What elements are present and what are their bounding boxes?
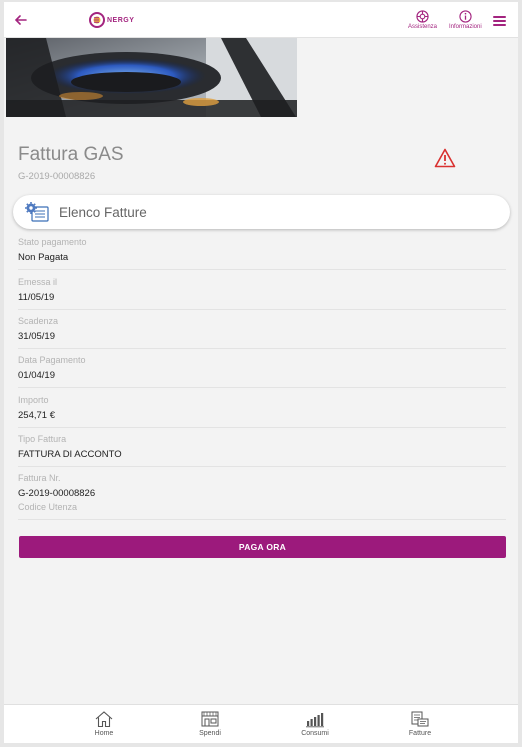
elenco-fatture-button[interactable]: Elenco Fatture <box>13 195 510 229</box>
field-tipo-fattura: Tipo Fattura FATTURA DI ACCONTO <box>18 434 506 467</box>
field-label: Stato pagamento <box>18 237 87 247</box>
nav-consumi-label: Consumi <box>301 730 329 737</box>
nav-consumi[interactable]: Consumi <box>285 710 345 737</box>
field-label-codice-utenza: Codice Utenza <box>18 502 78 512</box>
bar-chart-icon <box>306 713 324 728</box>
field-value: FATTURA DI ACCONTO <box>18 449 122 460</box>
app-header: NERGY Assistenza Informazioni <box>4 2 518 38</box>
shop-icon <box>201 711 219 727</box>
assistenza-button[interactable]: Assistenza <box>408 10 437 30</box>
nav-fatture-label: Fatture <box>408 730 432 737</box>
invoice-list-settings-icon <box>25 202 49 222</box>
menu-button[interactable] <box>493 16 506 26</box>
nav-home-label: Home <box>94 730 114 737</box>
field-label: Data Pagamento <box>18 355 86 365</box>
field-value: 01/04/19 <box>18 370 55 381</box>
paga-ora-button[interactable]: PAGA ORA <box>19 536 506 558</box>
brand-logo: NERGY <box>89 11 149 29</box>
logo-mark-icon <box>89 12 105 28</box>
field-value: Non Pagata <box>18 252 69 263</box>
gas-burner-image <box>6 38 297 117</box>
field-value: 31/05/19 <box>18 331 55 342</box>
informazioni-button[interactable]: Informazioni <box>449 10 482 30</box>
field-stato-pagamento: Stato pagamento Non Pagata <box>18 237 506 270</box>
bottom-navigation: Home Spendi Consumi Fatture <box>4 704 518 743</box>
invoices-icon <box>411 711 429 727</box>
field-label: Scadenza <box>18 316 59 326</box>
informazioni-label: Informazioni <box>449 24 482 30</box>
lifebuoy-icon <box>416 10 429 23</box>
nav-fatture[interactable]: Fatture <box>390 710 450 737</box>
nav-home[interactable]: Home <box>74 710 134 737</box>
field-label: Fattura Nr. <box>18 473 61 483</box>
elenco-fatture-label: Elenco Fatture <box>59 204 147 220</box>
field-emessa-il: Emessa il 11/05/19 <box>18 277 506 310</box>
info-icon <box>459 10 472 23</box>
arrow-left-icon <box>15 15 27 25</box>
home-icon <box>95 711 113 728</box>
field-value: 254,71 € <box>18 410 55 421</box>
field-label: Emessa il <box>18 277 58 287</box>
field-importo: Importo 254,71 € <box>18 395 506 428</box>
menu-icon <box>493 16 506 18</box>
field-label: Importo <box>18 395 49 405</box>
invoice-title: Fattura GAS <box>18 144 124 165</box>
field-value: 11/05/19 <box>18 292 55 303</box>
warning-icon <box>434 148 456 168</box>
back-button[interactable] <box>12 11 30 29</box>
nav-spendi[interactable]: Spendi <box>180 710 240 737</box>
app-frame: NERGY Assistenza Informazioni Fattura GA… <box>4 2 518 743</box>
assistenza-label: Assistenza <box>408 24 438 30</box>
nav-spendi-label: Spendi <box>199 730 221 737</box>
logo-text: NERGY <box>107 16 135 24</box>
invoice-code: G-2019-00008826 <box>18 171 96 182</box>
hero-image <box>6 38 297 117</box>
field-label: Tipo Fattura <box>18 434 67 444</box>
field-scadenza: Scadenza 31/05/19 <box>18 316 506 349</box>
field-value: G-2019-00008826 <box>18 488 96 499</box>
field-data-pagamento: Data Pagamento 01/04/19 <box>18 355 506 388</box>
field-fattura-nr: Fattura Nr. G-2019-00008826 Codice Utenz… <box>18 473 506 520</box>
